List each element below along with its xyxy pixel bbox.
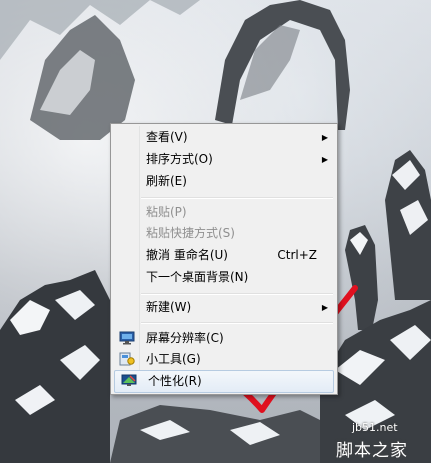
gadgets-icon bbox=[119, 352, 135, 366]
menu-item-undo-rename[interactable]: 撤消 重命名(U) Ctrl+Z bbox=[113, 245, 335, 266]
menu-separator bbox=[141, 197, 333, 199]
menu-item-next-desktop-background[interactable]: 下一个桌面背景(N) bbox=[113, 267, 335, 288]
menu-item-label: 粘贴快捷方式(S) bbox=[146, 226, 235, 240]
menu-item-new[interactable]: 新建(W) ▶ bbox=[113, 297, 335, 318]
menu-item-label: 个性化(R) bbox=[148, 374, 202, 388]
menu-item-refresh[interactable]: 刷新(E) bbox=[113, 171, 335, 192]
menu-item-gadgets[interactable]: 小工具(G) bbox=[113, 349, 335, 370]
menu-item-label: 下一个桌面背景(N) bbox=[146, 270, 249, 284]
menu-item-view[interactable]: 查看(V) ▶ bbox=[113, 127, 335, 148]
submenu-arrow-icon: ▶ bbox=[321, 155, 328, 164]
menu-item-label: 屏幕分辨率(C) bbox=[146, 331, 224, 345]
menu-item-paste[interactable]: 粘贴(P) bbox=[113, 202, 335, 223]
menu-separator bbox=[141, 293, 333, 295]
menu-item-paste-shortcut[interactable]: 粘贴快捷方式(S) bbox=[113, 223, 335, 244]
menu-item-label: 新建(W) bbox=[146, 300, 192, 314]
menu-item-label: 撤消 重命名(U) bbox=[146, 248, 228, 262]
screen-resolution-icon bbox=[119, 331, 135, 345]
menu-item-label: 刷新(E) bbox=[146, 174, 187, 188]
menu-item-sort-by[interactable]: 排序方式(O) ▶ bbox=[113, 149, 335, 170]
context-menu: 查看(V) ▶ 排序方式(O) ▶ 刷新(E) 粘贴(P) 粘贴快捷方式(S) … bbox=[110, 123, 338, 395]
watermark-site: jb51.net bbox=[352, 421, 398, 434]
menu-separator bbox=[141, 322, 333, 324]
menu-item-label: 小工具(G) bbox=[146, 352, 201, 366]
personalize-icon bbox=[121, 374, 137, 388]
watermark-name: 脚本之家 bbox=[336, 441, 408, 461]
menu-item-screen-resolution[interactable]: 屏幕分辨率(C) bbox=[113, 328, 335, 349]
menu-item-label: 查看(V) bbox=[146, 130, 188, 144]
menu-item-label: 排序方式(O) bbox=[146, 152, 213, 166]
submenu-arrow-icon: ▶ bbox=[321, 133, 328, 142]
submenu-arrow-icon: ▶ bbox=[321, 303, 328, 312]
menu-item-personalize[interactable]: 个性化(R) bbox=[114, 370, 334, 393]
menu-item-label: 粘贴(P) bbox=[146, 205, 187, 219]
menu-item-shortcut: Ctrl+Z bbox=[277, 248, 317, 262]
